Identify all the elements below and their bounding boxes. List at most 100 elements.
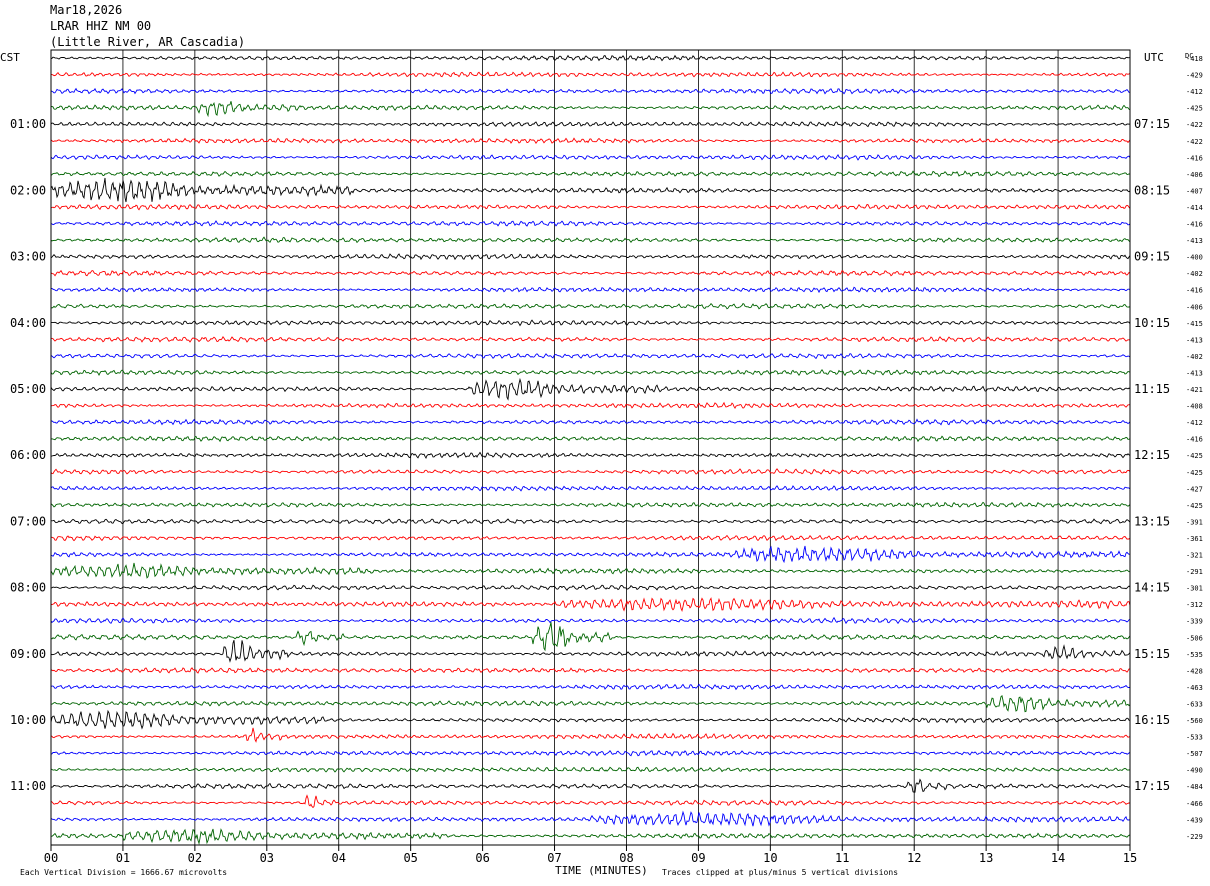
dc-offset-value: -301 bbox=[1186, 585, 1203, 593]
dc-offset-value: -484 bbox=[1186, 783, 1203, 791]
clip-note: Traces clipped at plus/minus 5 vertical … bbox=[662, 868, 898, 877]
seismic-trace-line bbox=[50, 451, 1131, 460]
dc-offset-value: -421 bbox=[1186, 386, 1203, 394]
dc-offset-value: -535 bbox=[1186, 651, 1203, 659]
seismic-trace-line bbox=[50, 377, 1131, 401]
seismic-trace-line bbox=[50, 303, 1131, 310]
dc-offset-value: -507 bbox=[1186, 750, 1203, 758]
seismic-trace-line bbox=[50, 369, 1131, 377]
seismic-traces bbox=[50, 54, 1131, 846]
seismic-trace-line bbox=[50, 709, 1131, 730]
utc-hour-label: 10:15 bbox=[1134, 316, 1170, 330]
dc-offset-value: -321 bbox=[1186, 552, 1203, 560]
dc-offset-value: -414 bbox=[1186, 204, 1203, 212]
seismic-trace-line bbox=[50, 319, 1131, 327]
seismic-trace-line bbox=[50, 828, 1131, 846]
cst-hour-label: 04:00 bbox=[10, 316, 46, 330]
dc-offset-value: -291 bbox=[1186, 568, 1203, 576]
helicorder-plot: CST UTC DC Each Vertical Division = 1666… bbox=[0, 49, 1203, 877]
dc-offset-value: -361 bbox=[1186, 535, 1203, 543]
x-tick-label: 08 bbox=[619, 851, 633, 865]
utc-hour-label: 09:15 bbox=[1134, 250, 1170, 264]
x-axis-title: TIME (MINUTES) bbox=[555, 864, 648, 877]
seismic-trace-line bbox=[50, 518, 1131, 525]
utc-hour-label: 08:15 bbox=[1134, 183, 1170, 197]
dc-offset-value: -412 bbox=[1186, 88, 1203, 96]
x-tick-label: 05 bbox=[403, 851, 417, 865]
seismic-trace-line bbox=[51, 418, 1131, 426]
x-tick-label: 06 bbox=[475, 851, 489, 865]
seismic-trace-line bbox=[50, 640, 1131, 663]
dc-offset-value: -422 bbox=[1186, 138, 1203, 146]
seismic-trace-line bbox=[50, 121, 1131, 128]
seismic-trace-line bbox=[50, 101, 1131, 118]
dc-offset-value: -429 bbox=[1186, 72, 1203, 80]
utc-hour-label: 11:15 bbox=[1134, 382, 1170, 396]
dc-offset-value: -413 bbox=[1186, 369, 1203, 377]
seismic-trace-line bbox=[50, 154, 1131, 161]
seismic-trace-line bbox=[50, 683, 1130, 691]
dc-offset-value: -415 bbox=[1186, 320, 1203, 328]
dc-offset-value: -416 bbox=[1186, 436, 1203, 444]
dc-offset-value: -422 bbox=[1186, 121, 1203, 129]
seismic-trace-line bbox=[50, 71, 1131, 78]
seismic-trace-line bbox=[50, 616, 1131, 625]
cst-hour-label: 10:00 bbox=[10, 713, 46, 727]
dc-offset-value: -490 bbox=[1186, 767, 1203, 775]
seismic-trace-line bbox=[50, 335, 1131, 343]
x-tick-label: 01 bbox=[116, 851, 130, 865]
seismic-trace-line bbox=[50, 87, 1131, 95]
cst-hour-label: 07:00 bbox=[10, 514, 46, 528]
seismic-trace-line bbox=[50, 137, 1131, 145]
seismic-trace-line bbox=[50, 545, 1131, 564]
dc-offset-value: -427 bbox=[1186, 485, 1203, 493]
seismic-trace-line bbox=[50, 203, 1131, 211]
x-tick-label: 04 bbox=[332, 851, 346, 865]
cst-hour-label: 08:00 bbox=[10, 581, 46, 595]
dc-offset-value: -391 bbox=[1186, 518, 1203, 526]
dc-offset-value: -506 bbox=[1186, 634, 1203, 642]
x-tick-label: 10 bbox=[763, 851, 777, 865]
dc-offset-value: -416 bbox=[1186, 154, 1203, 162]
seismic-trace-line bbox=[50, 177, 1131, 203]
cst-hour-label: 11:00 bbox=[10, 779, 46, 793]
seismic-trace-line bbox=[50, 501, 1131, 508]
seismic-trace-line bbox=[50, 749, 1131, 757]
seismic-trace-line bbox=[50, 584, 1131, 591]
dc-offset-value: -407 bbox=[1186, 187, 1203, 195]
seismic-trace-line bbox=[50, 435, 1131, 443]
x-tick-label: 11 bbox=[835, 851, 849, 865]
seismic-trace-line bbox=[50, 54, 1130, 62]
x-tick-label: 12 bbox=[907, 851, 921, 865]
dc-offset-value: -428 bbox=[1186, 667, 1203, 675]
dc-offset-value: -466 bbox=[1186, 800, 1203, 808]
utc-hour-label: 16:15 bbox=[1134, 713, 1170, 727]
seismic-trace-line bbox=[50, 353, 1131, 360]
dc-offset-value: -463 bbox=[1186, 684, 1203, 692]
x-tick-label: 14 bbox=[1051, 851, 1065, 865]
seismic-trace-line bbox=[50, 727, 1131, 743]
cst-hour-label: 01:00 bbox=[10, 117, 46, 131]
seismic-trace-line bbox=[50, 810, 1131, 827]
dc-offset-value: -425 bbox=[1186, 105, 1203, 113]
time-grid bbox=[50, 50, 1131, 851]
utc-hour-label: 13:15 bbox=[1134, 514, 1170, 528]
dc-offset-value: -416 bbox=[1186, 221, 1203, 229]
seismic-trace-line bbox=[50, 220, 1131, 227]
dc-offset-value: -406 bbox=[1186, 171, 1203, 179]
dc-offset-value: -412 bbox=[1186, 419, 1203, 427]
x-tick-label: 09 bbox=[691, 851, 705, 865]
dc-offset-value: -402 bbox=[1186, 353, 1203, 361]
dc-offset-value: -533 bbox=[1186, 734, 1203, 742]
dc-offset-value: -425 bbox=[1186, 502, 1203, 510]
dc-offset-value: -406 bbox=[1186, 303, 1203, 311]
utc-hour-label: 17:15 bbox=[1134, 779, 1170, 793]
dc-offset-value: -400 bbox=[1186, 254, 1203, 262]
seismic-trace-line bbox=[51, 286, 1131, 294]
seismic-trace-line bbox=[50, 236, 1131, 244]
dc-offset-value: -418 bbox=[1186, 55, 1203, 63]
seismic-trace-line bbox=[50, 694, 1131, 713]
dc-offset-value: -633 bbox=[1186, 700, 1203, 708]
cst-hour-label: 02:00 bbox=[10, 183, 46, 197]
seismic-trace-line bbox=[50, 468, 1131, 475]
